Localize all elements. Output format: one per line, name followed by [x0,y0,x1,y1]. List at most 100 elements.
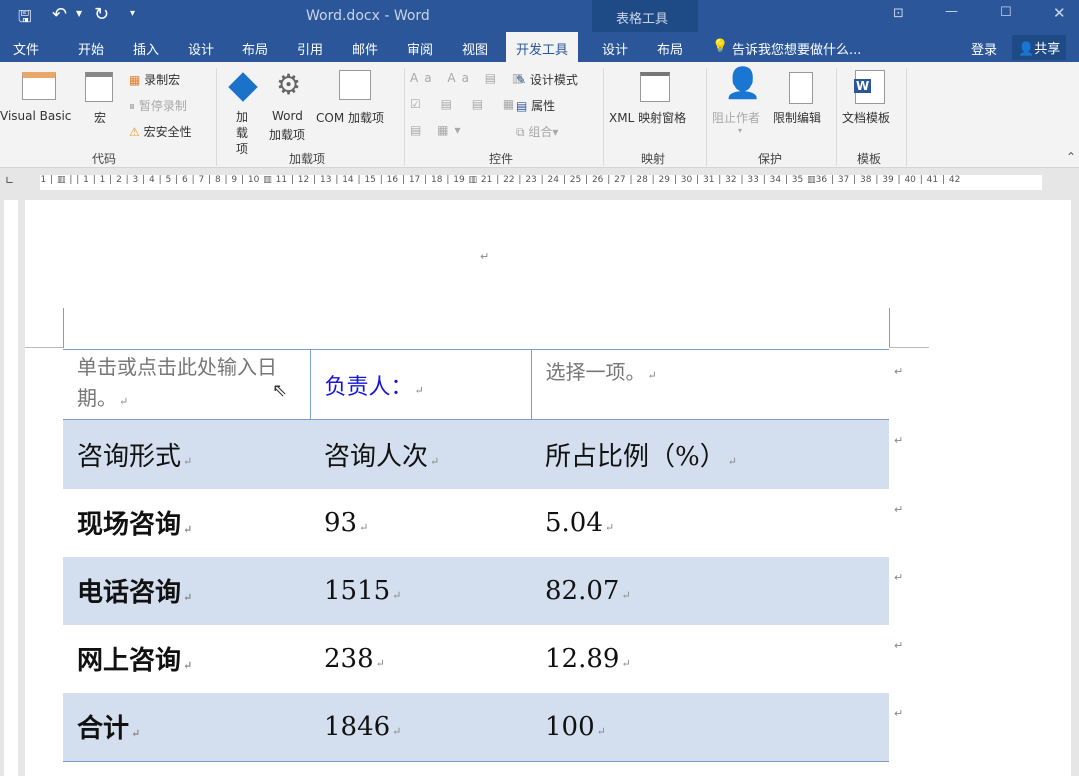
tab-insert[interactable]: 插入 [133,39,159,58]
tab-design[interactable]: 设计 [188,39,214,58]
minimize-icon[interactable]: — [945,4,958,19]
cell-text: 238 [324,643,374,674]
share-label: 共享 [1034,42,1061,57]
table-column-header-row: 咨询形式 ↵ 咨询人次 ↵ 所占比例（%） ↵ [63,419,889,489]
table-cell[interactable]: 1846 ↵ [310,692,531,762]
group-label: 组合 [528,125,553,139]
macros-button[interactable]: 宏 [94,109,106,126]
group-mapping-label: 映射 [641,152,666,166]
tell-me-input[interactable]: 告诉我您想要做什么... [732,39,861,58]
table-cell[interactable]: 100 ↵ [531,692,889,762]
row-end-mark: ↵ [894,434,904,447]
share-button[interactable]: 👤共享 [1012,35,1067,60]
restrict-editing-button[interactable]: 限制编辑 [773,109,821,126]
document-template-icon: W [854,70,885,104]
group-code-label: 代码 [92,152,117,166]
xml-mapping-button[interactable]: XML 映射窗格 [609,109,686,126]
tab-home[interactable]: 开始 [78,39,104,58]
ribbon-display-icon[interactable]: ⊡ [893,6,904,21]
group-button[interactable]: ⧉ 组合▾ [516,123,558,140]
tab-file[interactable]: 文件 [13,39,39,58]
block-authors-dropdown-icon[interactable]: ▾ [738,126,742,135]
record-macro-label: 录制宏 [144,73,181,87]
tab-references[interactable]: 引用 [297,39,323,58]
word-addins-label2: 加载项 [269,128,306,142]
lightbulb-icon: 💡 [712,39,729,54]
table-cell[interactable]: 咨询人次 ↵ [310,419,531,489]
table-cell[interactable]: 现场咨询 ↵ [63,489,310,557]
table-cell[interactable]: 12.89 ↵ [531,625,889,693]
addins-icon [228,72,258,102]
tab-table-layout[interactable]: 布局 [657,39,683,58]
dropdown-control[interactable]: 选择一项。 ↵ [531,350,889,420]
addins-button[interactable]: 加 载项 [236,109,252,157]
com-addins-button[interactable]: COM 加载项 [316,109,384,126]
word-addins-button[interactable]: Word [272,109,303,123]
table-cell[interactable]: 合计 ↵ [63,692,310,762]
pause-icon: ⏸ [129,99,136,113]
word-addins-gear-icon: ⚙ [276,68,302,101]
owner-cell[interactable]: 负责人： ↵ [310,349,532,420]
table-cell[interactable]: 电话咨询 ↵ [63,556,310,625]
record-macro-button[interactable]: ▦ 录制宏 [129,71,180,88]
title-bar: 🖫 ↶ ▼ ↻ ▾ Word.docx - Word ⊡ — ☐ ✕ [0,0,1079,32]
table-row: 现场咨询 ↵ 93 ↵ 5.04 ↵ [63,489,889,557]
cell-text: 93 [324,507,358,538]
row-end-mark: ↵ [894,707,904,720]
visual-basic-button[interactable]: Visual Basic [0,109,71,123]
collapse-ribbon-icon[interactable]: ⌃ [1066,150,1076,164]
maximize-icon[interactable]: ☐ [1000,5,1012,20]
table-cell[interactable]: 82.07 ↵ [531,556,889,625]
table-cell[interactable]: 93 ↵ [310,489,531,557]
properties-button[interactable]: ▤ 属性 [516,97,555,114]
tab-table-design[interactable]: 设计 [602,39,628,58]
row-end-mark: ↵ [894,503,904,516]
tab-developer[interactable]: 开发工具 [506,32,579,62]
undo-icon[interactable]: ↶ [52,4,67,25]
row-end-mark: ↵ [894,365,904,378]
separator [603,68,604,166]
customize-toolbar-icon[interactable]: ▾ [130,8,135,19]
table-header-row: 单击或点击此处输入日期。 ↵ 负责人： ↵ 选择一项。 ↵ [63,349,889,420]
tab-mailings[interactable]: 邮件 [352,39,378,58]
choose-placeholder: 选择一项。 [545,360,646,384]
mouse-cursor-icon: ⇖ [272,380,288,401]
content-controls-row3[interactable]: ▤ ▦▾ [410,123,467,137]
person-icon: 👤 [1018,42,1035,57]
horizontal-ruler[interactable]: 2 | 1 | ▥ | | 1 | 1 | 2 | 3 | 4 | 5 | 6 … [40,175,1042,190]
margin-line [25,347,63,348]
restrict-editing-icon [789,72,813,104]
save-icon[interactable]: 🖫 [18,6,32,33]
tab-selector-icon[interactable]: ∟ [5,174,14,187]
redo-icon[interactable]: ↻ [94,4,109,25]
table-row: 合计 ↵ 1846 ↵ 100 ↵ [63,692,889,762]
cell-text: 100 [545,711,595,742]
close-icon[interactable]: ✕ [1053,4,1066,22]
vertical-ruler[interactable] [4,200,18,776]
table-cell[interactable]: 238 ↵ [310,625,531,693]
design-mode-button[interactable]: ✎ 设计模式 [516,71,578,88]
document-template-button[interactable]: 文档模板 [842,109,890,126]
block-authors-button[interactable]: 阻止作者 [712,109,760,126]
ribbon-tabs: 文件 开始 插入 设计 布局 引用 邮件 审阅 视图 开发工具 设计 布局 💡 … [0,32,1079,62]
pause-recording-button[interactable]: ⏸ 暂停录制 [129,97,187,114]
table-cell[interactable]: 网上咨询 ↵ [63,625,310,693]
undo-dropdown-icon[interactable]: ▼ [76,9,82,18]
paragraph-mark: ↵ [480,250,490,263]
table-cell[interactable]: 所占比例（%） ↵ [531,419,889,489]
content-controls-row1[interactable]: Aa Aa ▤ ▥ [410,71,529,85]
sign-in-link[interactable]: 登录 [971,39,997,58]
macro-security-button[interactable]: ⚠ 宏安全性 [129,123,192,140]
group-addins-label: 加载项 [289,152,326,166]
tab-layout[interactable]: 布局 [242,39,268,58]
cell-text: 5.04 [545,507,603,538]
tab-review[interactable]: 审阅 [407,39,433,58]
group-icon: ⧉ [516,125,525,139]
com-addins-icon [339,70,371,100]
tab-view[interactable]: 视图 [462,39,488,58]
content-controls-row2[interactable]: ☑ ▤ ▤ ▦ [410,97,522,111]
table-cell[interactable]: 5.04 ↵ [531,489,889,557]
visual-basic-icon [22,72,56,100]
table-cell[interactable]: 咨询形式 ↵ [63,419,310,489]
table-cell[interactable]: 1515 ↵ [310,556,531,625]
